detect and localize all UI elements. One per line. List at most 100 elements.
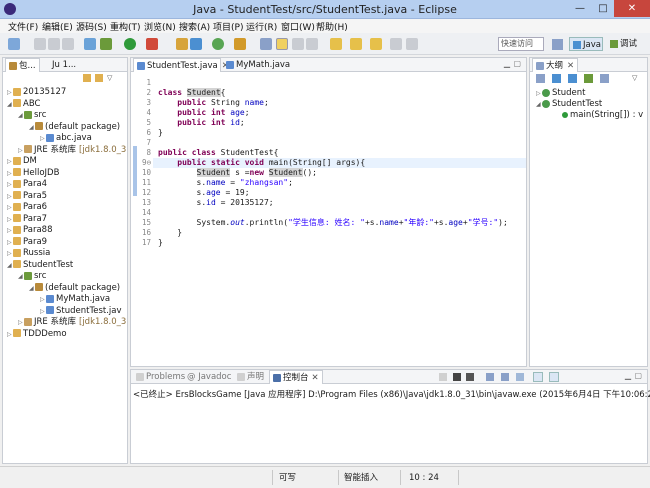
- outline-item[interactable]: main(String[]) : v: [562, 110, 643, 121]
- tab-junit[interactable]: Ju 1...: [49, 58, 79, 72]
- sort-icon[interactable]: [536, 74, 545, 83]
- open-console-icon[interactable]: [549, 372, 559, 382]
- tree-item[interactable]: ◢ ABC: [7, 99, 40, 110]
- display-console-icon[interactable]: [533, 372, 543, 382]
- open-perspective-icon[interactable]: [552, 39, 563, 50]
- close-button[interactable]: ✕: [614, 0, 650, 17]
- close-tab-icon[interactable]: ✕: [567, 61, 574, 71]
- remove-launch-icon[interactable]: [453, 373, 461, 381]
- tree-item[interactable]: ◢ src: [18, 110, 46, 121]
- menu-edit[interactable]: 编辑(E): [42, 20, 73, 33]
- menu-search[interactable]: 搜索(A): [179, 20, 210, 33]
- tree-item[interactable]: ▷ Russia: [7, 248, 50, 259]
- view-menu-icon[interactable]: ▽: [107, 74, 115, 82]
- tree-item[interactable]: ◢ (default package): [29, 283, 120, 294]
- debug-icon[interactable]: [100, 38, 112, 50]
- tab-package-explorer[interactable]: 包...: [5, 58, 40, 72]
- menu-run[interactable]: 运行(R): [246, 20, 277, 33]
- tree-item[interactable]: ▷ Para7: [7, 214, 47, 225]
- show-whitespace-icon[interactable]: [306, 38, 318, 50]
- close-tab-icon[interactable]: ✕: [312, 373, 319, 383]
- tab-studenttest-java[interactable]: StudentTest.java✕: [133, 58, 229, 72]
- open-type-icon[interactable]: [234, 38, 246, 50]
- save-all-icon[interactable]: [48, 38, 60, 50]
- prev-annotation-icon[interactable]: [350, 38, 362, 50]
- tree-item[interactable]: ▷ Para88: [7, 225, 52, 236]
- menu-help[interactable]: 帮助(H): [316, 20, 348, 33]
- hide-local-types-icon[interactable]: [600, 74, 609, 83]
- hide-nonpublic-icon[interactable]: [584, 74, 593, 83]
- skip-breakpoints-icon[interactable]: [84, 38, 96, 50]
- tab-javadoc[interactable]: @ Javadoc: [184, 370, 234, 384]
- menu-navigate[interactable]: 浏览(N): [144, 20, 176, 33]
- new-icon[interactable]: [8, 38, 20, 50]
- hide-fields-icon[interactable]: [552, 74, 561, 83]
- minimize-console-icon[interactable]: ▁: [625, 371, 631, 380]
- menu-refactor[interactable]: 重构(T): [110, 20, 141, 33]
- outline-item-label: main(String[]) : v: [570, 110, 644, 120]
- tree-item[interactable]: ▷ DM: [7, 156, 37, 167]
- line-number: 7: [146, 138, 151, 147]
- next-annotation-icon[interactable]: [330, 38, 342, 50]
- print-icon[interactable]: [62, 38, 74, 50]
- outline-item[interactable]: ▷ Student: [536, 88, 585, 99]
- run-external-icon[interactable]: [146, 38, 158, 50]
- clear-console-icon[interactable]: [501, 373, 509, 381]
- tree-item[interactable]: ▷ Para4: [7, 179, 47, 190]
- tab-declaration[interactable]: 声明: [234, 370, 267, 384]
- remove-all-icon[interactable]: [466, 373, 474, 381]
- new-package-icon[interactable]: [190, 38, 202, 50]
- search-icon[interactable]: [260, 38, 272, 50]
- new-class-icon[interactable]: [212, 38, 224, 50]
- tree-item[interactable]: ▷ 20135127: [7, 87, 66, 98]
- nav-history-icon[interactable]: [406, 38, 418, 50]
- minimize-editor-icon[interactable]: ▁: [504, 59, 510, 68]
- tree-item[interactable]: ▷ StudentTest.jav: [40, 306, 122, 317]
- menu-source[interactable]: 源码(S): [76, 20, 107, 33]
- collapse-all-icon[interactable]: [83, 74, 91, 82]
- tree-item[interactable]: ▷ Para6: [7, 202, 47, 213]
- tab-console[interactable]: 控制台 ✕: [269, 370, 323, 384]
- tree-item[interactable]: ◢ (default package): [29, 122, 120, 133]
- code-area[interactable]: 1 2 3 4 5 6 7 8 9⊖ 10 11 12 13 14 15 16 17 class Student…: [131, 72, 526, 366]
- maximize-editor-icon[interactable]: ▢: [513, 59, 521, 68]
- forward-icon[interactable]: [390, 38, 402, 50]
- quick-access-input[interactable]: 快速访问: [498, 37, 544, 51]
- tab-problems[interactable]: Problems: [133, 370, 188, 384]
- tree-item[interactable]: ◢ src: [18, 271, 46, 282]
- tree-item[interactable]: ▷ TDDDemo: [7, 329, 67, 340]
- tree-item[interactable]: ▷ Para9: [7, 237, 47, 248]
- tree-item[interactable]: ▷ JRE 系统库 [jdk1.8.0_3: [18, 145, 126, 156]
- minimize-button[interactable]: —: [568, 0, 592, 17]
- menu-window[interactable]: 窗口(W): [281, 20, 315, 33]
- run-icon[interactable]: [124, 38, 136, 50]
- tree-item[interactable]: ▷ JRE 系统库 [jdk1.8.0_3: [18, 317, 126, 328]
- maximize-button[interactable]: □: [592, 0, 614, 17]
- code-line: s.age = 19;: [158, 188, 250, 197]
- menu-project[interactable]: 项目(P): [213, 20, 243, 33]
- tab-outline[interactable]: 大纲 ✕: [532, 58, 579, 72]
- back-icon[interactable]: [370, 38, 382, 50]
- debug-perspective-button[interactable]: 调试: [607, 37, 641, 51]
- java-perspective-button[interactable]: Java: [569, 37, 603, 51]
- line-number: 10: [141, 168, 151, 177]
- scroll-lock-icon[interactable]: [486, 373, 494, 381]
- pin-console-icon[interactable]: [516, 373, 524, 381]
- save-icon[interactable]: [34, 38, 46, 50]
- toggle-mark-occurrences-icon[interactable]: [276, 38, 288, 50]
- block-selection-icon[interactable]: [292, 38, 304, 50]
- outline-item[interactable]: ◢ StudentTest: [536, 99, 602, 110]
- tree-item[interactable]: ▷ Para5: [7, 191, 47, 202]
- link-editor-icon[interactable]: [95, 74, 103, 82]
- tab-mymath-java[interactable]: MyMath.java: [223, 58, 293, 72]
- menu-file[interactable]: 文件(F): [8, 20, 38, 33]
- terminate-icon[interactable]: [439, 373, 447, 381]
- tree-item[interactable]: ▷ abc.java: [40, 133, 92, 144]
- tree-item[interactable]: ▷ HelloJDB: [7, 168, 59, 179]
- tree-item[interactable]: ▷ MyMath.java: [40, 294, 110, 305]
- maximize-console-icon[interactable]: ▢: [634, 371, 642, 380]
- hide-static-icon[interactable]: [568, 74, 577, 83]
- outline-menu-icon[interactable]: ▽: [632, 74, 637, 82]
- new-java-project-icon[interactable]: [176, 38, 188, 50]
- tree-item[interactable]: ◢ StudentTest: [7, 260, 73, 271]
